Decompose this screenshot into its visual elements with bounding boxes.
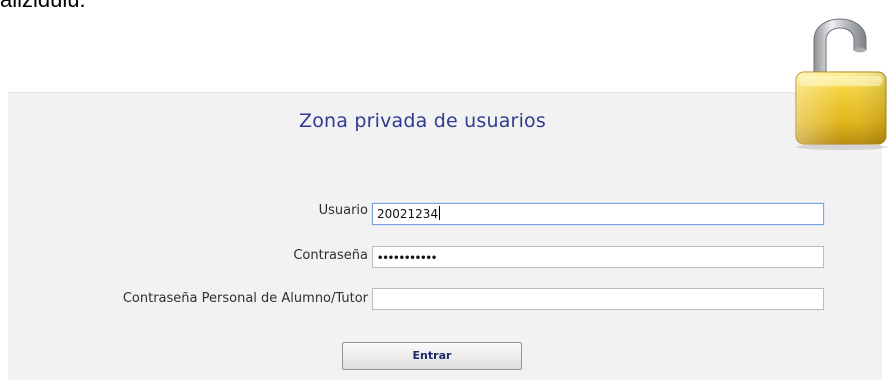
password-input[interactable]: ••••••••••• <box>372 246 824 268</box>
personal-password-input[interactable] <box>372 288 824 310</box>
top-text-fragment: alizidulu. <box>0 0 86 11</box>
password-label: Contraseña <box>293 248 368 263</box>
unlocked-padlock-icon <box>795 18 888 150</box>
username-label: Usuario <box>318 203 368 218</box>
login-panel <box>8 92 882 380</box>
text-cursor <box>439 206 441 220</box>
personal-password-label: Contraseña Personal de Alumno/Tutor <box>122 291 368 306</box>
username-value: 20021234 <box>377 207 439 221</box>
username-input[interactable]: 20021234 <box>372 203 824 225</box>
panel-title: Zona privada de usuarios <box>299 110 546 132</box>
password-value: ••••••••••• <box>377 253 437 264</box>
submit-button[interactable]: Entrar <box>342 342 522 370</box>
